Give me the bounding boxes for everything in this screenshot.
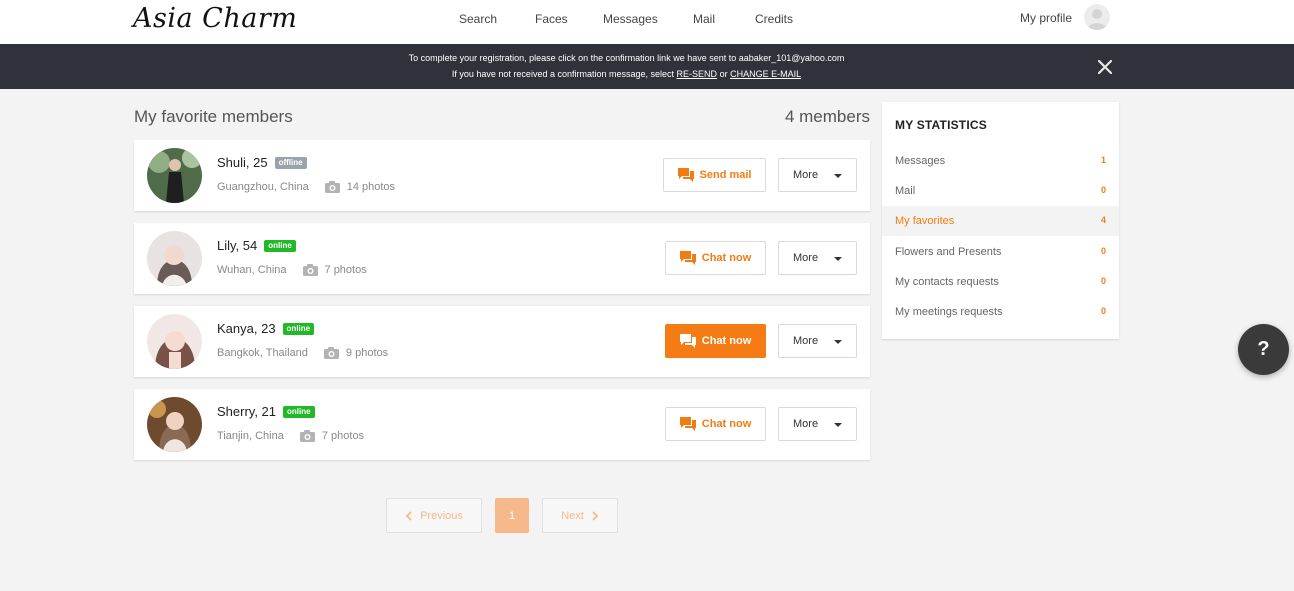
- member-avatar[interactable]: [147, 314, 202, 369]
- statistics-panel: MY STATISTICS Messages 1 Mail 0 My favor…: [882, 102, 1119, 339]
- chat-icon: [679, 334, 696, 348]
- help-button[interactable]: ?: [1238, 324, 1289, 375]
- caret-down-icon: [834, 257, 842, 261]
- chevron-left-icon: [405, 510, 412, 521]
- stat-row-my-favorites[interactable]: My favorites 4: [882, 206, 1119, 236]
- photo-count[interactable]: 7 photos: [325, 264, 367, 276]
- stat-row-meetings-requests[interactable]: My meetings requests 0: [882, 297, 1119, 327]
- member-location: Tianjin, China: [217, 430, 284, 442]
- nav-faces[interactable]: Faces: [535, 12, 568, 26]
- nav-search[interactable]: Search: [459, 12, 497, 26]
- notice-line-1: To complete your registration, please cl…: [408, 53, 845, 63]
- my-profile-link[interactable]: My profile: [1020, 11, 1072, 25]
- stat-count: 0: [1100, 306, 1106, 316]
- member-name[interactable]: Kanya, 23: [217, 321, 276, 336]
- camera-icon: [299, 430, 315, 442]
- member-avatar[interactable]: [147, 148, 202, 203]
- more-dropdown-button[interactable]: More: [778, 158, 857, 192]
- confirmation-notice-bar: To complete your registration, please cl…: [0, 44, 1294, 89]
- photo-count[interactable]: 14 photos: [347, 181, 395, 193]
- camera-icon: [324, 181, 340, 193]
- member-location: Guangzhou, China: [217, 181, 309, 193]
- status-badge: online: [264, 239, 296, 252]
- camera-icon: [302, 264, 318, 276]
- page-number-button[interactable]: 1: [495, 498, 529, 533]
- photo-count[interactable]: 9 photos: [346, 347, 388, 359]
- page-title: My favorite members: [134, 107, 293, 126]
- stat-count: 0: [1100, 276, 1106, 286]
- previous-page-button[interactable]: Previous: [386, 498, 482, 533]
- chat-icon: [679, 417, 696, 431]
- notice-or-text: or: [719, 69, 728, 79]
- resend-link[interactable]: RE-SEND: [677, 69, 718, 79]
- member-avatar[interactable]: [147, 397, 202, 452]
- chat-icon: [679, 251, 696, 265]
- more-dropdown-button[interactable]: More: [778, 241, 857, 275]
- chat-now-button[interactable]: Chat now: [665, 241, 766, 275]
- notice-line-2: If you have not received a confirmation …: [0, 69, 1253, 79]
- close-icon[interactable]: [1096, 58, 1114, 76]
- member-card: Shuli, 25 offline Guangzhou, China 14 ph…: [134, 140, 870, 211]
- chat-now-button[interactable]: Chat now: [665, 407, 766, 441]
- status-badge: online: [282, 322, 315, 335]
- statistics-title: MY STATISTICS: [895, 118, 987, 132]
- nav-credits[interactable]: Credits: [755, 12, 793, 26]
- member-card: Sherry, 21 online Tianjin, China 7 photo…: [134, 389, 870, 460]
- member-card: Lily, 54 online Wuhan, China 7 photos Ch…: [134, 223, 870, 294]
- member-location: Wuhan, China: [217, 264, 287, 276]
- chevron-right-icon: [592, 510, 599, 521]
- change-email-link[interactable]: CHANGE E-MAIL: [730, 69, 801, 79]
- next-page-button[interactable]: Next: [542, 498, 618, 533]
- caret-down-icon: [834, 340, 842, 344]
- top-header: Asia Charm Search Faces Messages Mail Cr…: [0, 0, 1294, 44]
- stat-row-contacts-requests[interactable]: My contacts requests 0: [882, 267, 1119, 297]
- chat-now-button[interactable]: Chat now: [665, 324, 766, 358]
- stat-row-flowers-and-presents[interactable]: Flowers and Presents 0: [882, 237, 1119, 267]
- notice-line-2-text: If you have not received a confirmation …: [451, 69, 675, 79]
- site-logo[interactable]: Asia Charm: [133, 3, 297, 34]
- more-dropdown-button[interactable]: More: [778, 407, 857, 441]
- member-name[interactable]: Lily, 54: [217, 238, 257, 253]
- member-name[interactable]: Shuli, 25: [217, 155, 268, 170]
- nav-mail[interactable]: Mail: [693, 12, 715, 26]
- more-dropdown-button[interactable]: More: [778, 324, 857, 358]
- member-location: Bangkok, Thailand: [217, 347, 308, 359]
- status-badge: online: [283, 405, 315, 418]
- chat-icon: [677, 168, 694, 182]
- member-count: 4 members: [784, 107, 870, 126]
- profile-avatar-icon[interactable]: [1084, 4, 1110, 30]
- member-card: Kanya, 23 online Bangkok, Thailand 9 pho…: [134, 306, 870, 377]
- caret-down-icon: [834, 174, 842, 178]
- stat-count: 1: [1100, 155, 1106, 165]
- member-avatar[interactable]: [147, 231, 202, 286]
- caret-down-icon: [834, 423, 842, 427]
- send-mail-button[interactable]: Send mail: [663, 158, 766, 192]
- status-badge: offline: [274, 156, 307, 169]
- stat-row-mail[interactable]: Mail 0: [882, 176, 1119, 206]
- stat-count: 0: [1100, 185, 1106, 195]
- stat-count: 4: [1100, 215, 1106, 225]
- stat-count: 0: [1100, 246, 1106, 256]
- photo-count[interactable]: 7 photos: [322, 430, 364, 442]
- stat-row-messages[interactable]: Messages 1: [882, 146, 1119, 176]
- camera-icon: [323, 347, 339, 359]
- nav-messages[interactable]: Messages: [603, 12, 658, 26]
- member-name[interactable]: Sherry, 21: [217, 404, 276, 419]
